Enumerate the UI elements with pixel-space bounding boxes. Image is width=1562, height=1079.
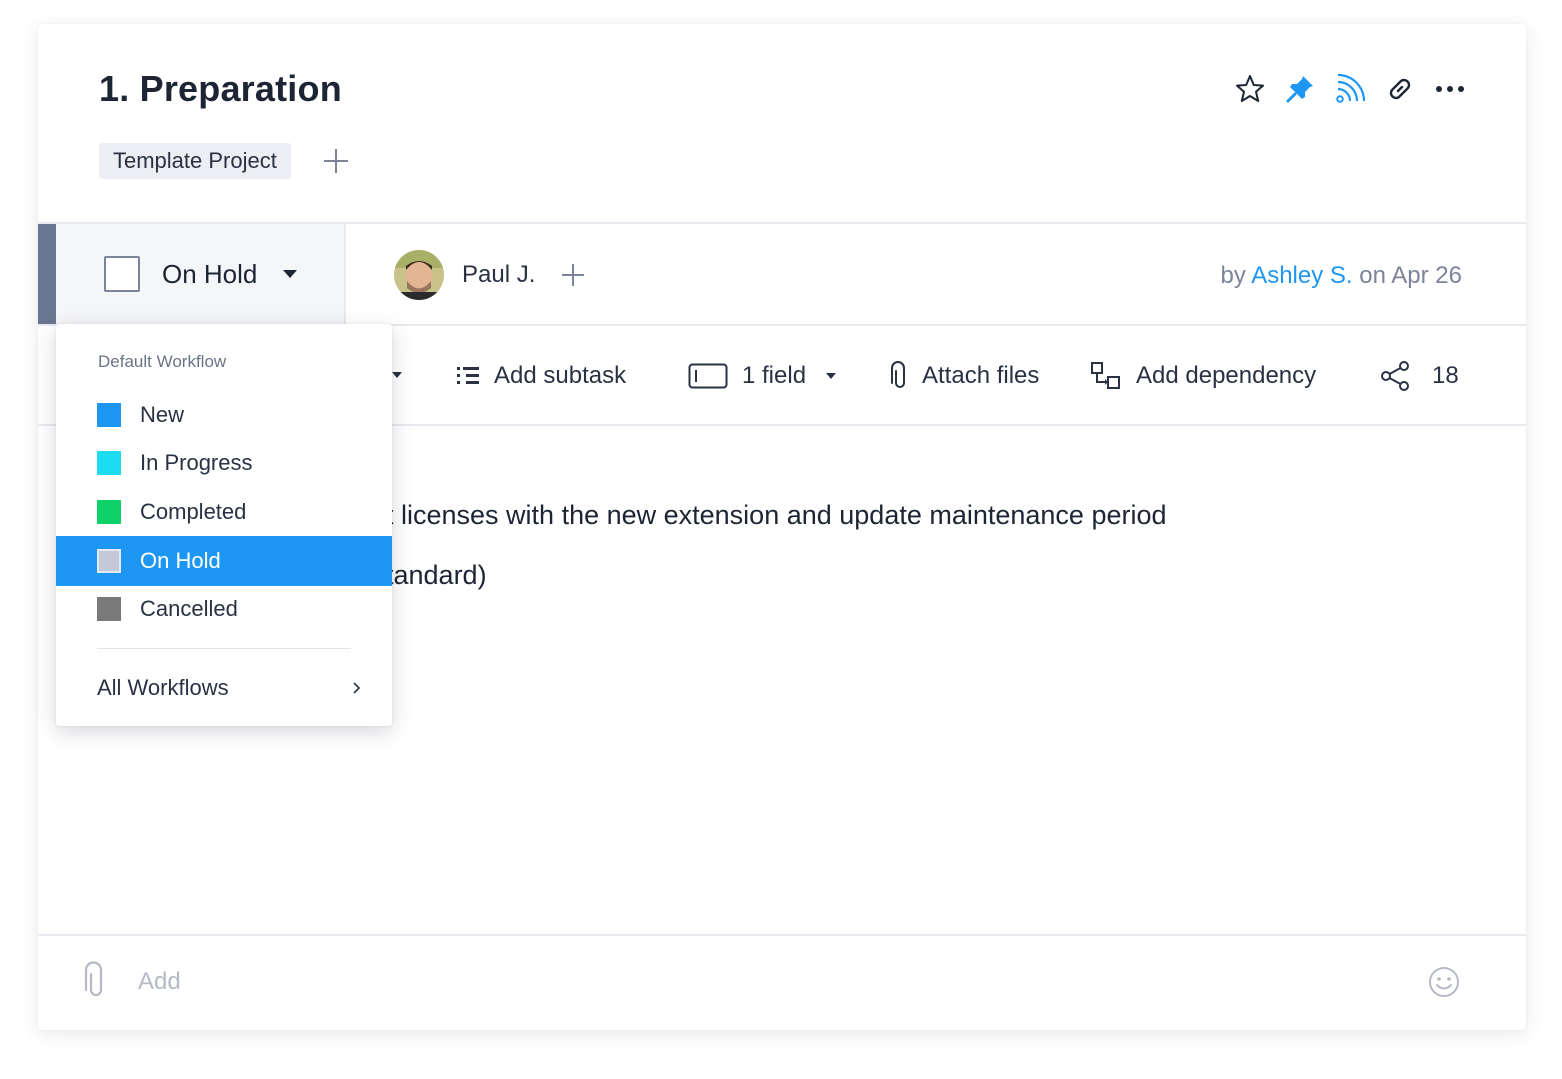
paperclip-icon bbox=[891, 361, 905, 388]
custom-field-button[interactable]: 1 field bbox=[688, 360, 837, 392]
status-selector[interactable]: On Hold bbox=[56, 224, 346, 324]
status-swatch bbox=[97, 500, 121, 524]
field-icon bbox=[688, 363, 728, 389]
assignee-section: Paul J. bbox=[394, 250, 587, 300]
status-option-label: New bbox=[140, 402, 185, 427]
subtask-icon bbox=[457, 367, 479, 384]
more-icon bbox=[1436, 86, 1464, 92]
add-subtask-button[interactable]: Add subtask bbox=[456, 360, 626, 392]
description-line[interactable]: tandard) bbox=[386, 560, 487, 591]
description-line[interactable]: t licenses with the new extension and up… bbox=[386, 500, 1167, 531]
status-swatch bbox=[97, 549, 121, 573]
smile-icon[interactable] bbox=[1428, 966, 1460, 998]
status-swatch bbox=[97, 403, 121, 427]
copy-link-button[interactable] bbox=[1384, 73, 1416, 105]
chevron-down-icon[interactable] bbox=[392, 372, 402, 378]
more-button[interactable] bbox=[1434, 73, 1466, 105]
share-count: 18 bbox=[1432, 362, 1459, 389]
share-button[interactable]: 18 bbox=[1380, 360, 1459, 392]
link-icon bbox=[1389, 78, 1411, 100]
star-button[interactable] bbox=[1234, 73, 1266, 105]
status-color-bar bbox=[38, 224, 56, 324]
avatar[interactable] bbox=[394, 250, 444, 300]
follow-button[interactable] bbox=[1334, 73, 1366, 105]
status-option-label: Cancelled bbox=[140, 596, 238, 621]
byline-prefix: by bbox=[1220, 262, 1246, 289]
all-workflows-label: All Workflows bbox=[97, 675, 229, 700]
add-subtask-label: Add subtask bbox=[494, 362, 627, 389]
project-tag[interactable]: Template Project bbox=[99, 143, 291, 179]
feed-icon bbox=[1336, 73, 1366, 103]
status-dropdown: Default Workflow New In Progress Complet… bbox=[56, 324, 392, 726]
author-link[interactable]: Ashley S. bbox=[1251, 262, 1352, 289]
status-option-completed[interactable]: Completed bbox=[56, 488, 392, 536]
add-tag-icon[interactable] bbox=[321, 144, 351, 178]
status-option-label: On Hold bbox=[140, 548, 221, 573]
author-info: by Ashley S. on Apr 26 bbox=[1220, 262, 1462, 290]
add-dependency-label: Add dependency bbox=[1136, 362, 1317, 389]
star-icon bbox=[1236, 75, 1264, 102]
dependency-icon bbox=[1091, 362, 1120, 389]
divider bbox=[38, 934, 1526, 936]
task-title[interactable]: 1. Preparation bbox=[99, 68, 342, 110]
header-actions bbox=[1234, 72, 1466, 106]
share-icon bbox=[1381, 361, 1409, 391]
field-count-label: 1 field bbox=[742, 362, 807, 389]
status-option-new[interactable]: New bbox=[56, 391, 392, 439]
status-label: On Hold bbox=[162, 258, 258, 289]
status-option-label: Completed bbox=[140, 499, 247, 524]
chevron-down-icon bbox=[283, 270, 298, 278]
pin-button[interactable] bbox=[1284, 73, 1316, 105]
dropdown-heading: Default Workflow bbox=[98, 352, 227, 371]
all-workflows-item[interactable]: All Workflows bbox=[97, 672, 363, 704]
divider bbox=[97, 648, 351, 649]
status-option-in-progress[interactable]: In Progress bbox=[56, 439, 392, 487]
assignee-name[interactable]: Paul J. bbox=[462, 261, 535, 289]
chevron-right-icon bbox=[353, 682, 361, 694]
chevron-down-icon bbox=[826, 373, 837, 379]
comment-input[interactable]: Add bbox=[138, 968, 181, 996]
paperclip-icon[interactable] bbox=[78, 960, 108, 1000]
status-swatch bbox=[97, 451, 121, 475]
status-option-label: In Progress bbox=[140, 450, 253, 475]
status-option-cancelled[interactable]: Cancelled bbox=[56, 585, 392, 633]
attach-files-label: Attach files bbox=[922, 362, 1040, 389]
status-checkbox[interactable] bbox=[104, 256, 140, 292]
status-option-on-hold[interactable]: On Hold bbox=[56, 536, 392, 586]
add-dependency-button[interactable]: Add dependency bbox=[1090, 360, 1316, 392]
pin-icon bbox=[1286, 76, 1313, 103]
attach-files-button[interactable]: Attach files bbox=[888, 360, 1039, 392]
status-swatch bbox=[97, 597, 121, 621]
add-assignee-icon[interactable] bbox=[559, 261, 587, 289]
byline-date: on Apr 26 bbox=[1359, 262, 1462, 289]
